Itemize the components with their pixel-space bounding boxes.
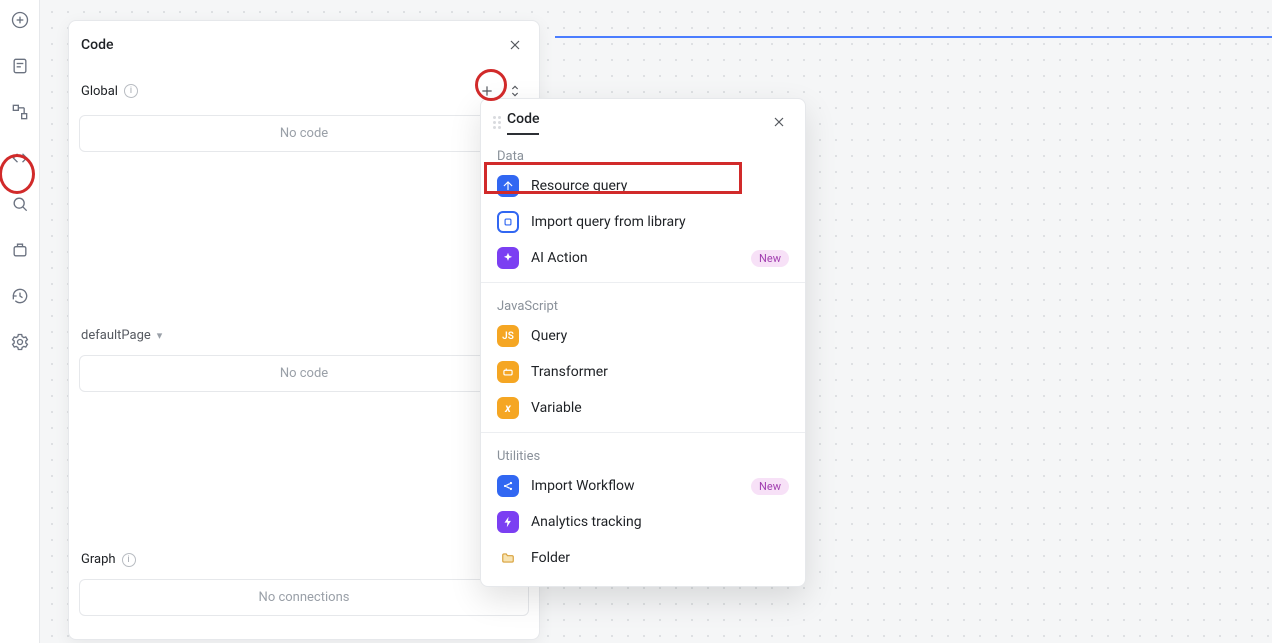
page-empty-state: No code — [79, 355, 529, 392]
rail-component-tree-icon[interactable] — [6, 98, 34, 126]
analytics-icon — [497, 511, 519, 533]
group-label-utilities: Utilities — [481, 439, 805, 468]
new-pill: New — [751, 250, 789, 267]
variable-icon: x — [497, 397, 519, 419]
ai-action-icon — [497, 247, 519, 269]
chevron-down-icon: ▾ — [157, 329, 163, 342]
divider — [481, 282, 805, 283]
page-section-toggle[interactable]: defaultPage ▾ — [69, 322, 539, 349]
menu-item-resource-query[interactable]: Resource query — [481, 168, 805, 204]
code-panel: Code Global i No code defaultPage ▾ No c… — [68, 20, 540, 640]
left-rail — [0, 0, 40, 643]
group-label-javascript: JavaScript — [481, 289, 805, 318]
rail-search-icon[interactable] — [6, 190, 34, 218]
rail-add-icon[interactable] — [6, 6, 34, 34]
menu-item-analytics[interactable]: Analytics tracking — [481, 504, 805, 540]
js-query-icon: JS — [497, 325, 519, 347]
global-section-label: Global — [81, 84, 118, 99]
import-query-icon — [497, 211, 519, 233]
new-pill: New — [751, 478, 789, 495]
menu-item-js-query[interactable]: JS Query — [481, 318, 805, 354]
panel-title: Code — [81, 37, 113, 53]
graph-empty-state: No connections — [79, 579, 529, 616]
import-workflow-icon — [497, 475, 519, 497]
info-icon[interactable]: i — [124, 84, 138, 98]
menu-item-folder[interactable]: Folder — [481, 540, 805, 576]
page-name: defaultPage — [81, 328, 151, 343]
drag-handle-icon[interactable] — [493, 116, 501, 129]
menu-item-variable[interactable]: x Variable — [481, 390, 805, 426]
menu-item-import-query[interactable]: Import query from library — [481, 204, 805, 240]
resource-query-icon — [497, 175, 519, 197]
info-icon[interactable]: i — [122, 553, 136, 567]
menu-item-import-workflow[interactable]: Import Workflow New — [481, 468, 805, 504]
global-empty-state: No code — [79, 115, 529, 152]
rail-settings-icon[interactable] — [6, 328, 34, 356]
rail-release-icon[interactable] — [6, 236, 34, 264]
group-label-data: Data — [481, 139, 805, 168]
close-panel-button[interactable] — [503, 33, 527, 57]
folder-icon — [497, 547, 519, 569]
close-popover-button[interactable] — [767, 110, 791, 134]
rail-page-icon[interactable] — [6, 52, 34, 80]
transformer-icon — [497, 361, 519, 383]
rail-history-icon[interactable] — [6, 282, 34, 310]
add-code-popover: Code Data Resource query Import query fr… — [480, 98, 806, 587]
divider — [481, 432, 805, 433]
menu-item-ai-action[interactable]: AI Action New — [481, 240, 805, 276]
graph-section-label: Graph — [81, 552, 116, 567]
popover-tab-code[interactable]: Code — [507, 109, 539, 135]
canvas-selection-line — [555, 36, 1272, 38]
menu-item-transformer[interactable]: Transformer — [481, 354, 805, 390]
rail-code-icon[interactable] — [6, 144, 34, 172]
